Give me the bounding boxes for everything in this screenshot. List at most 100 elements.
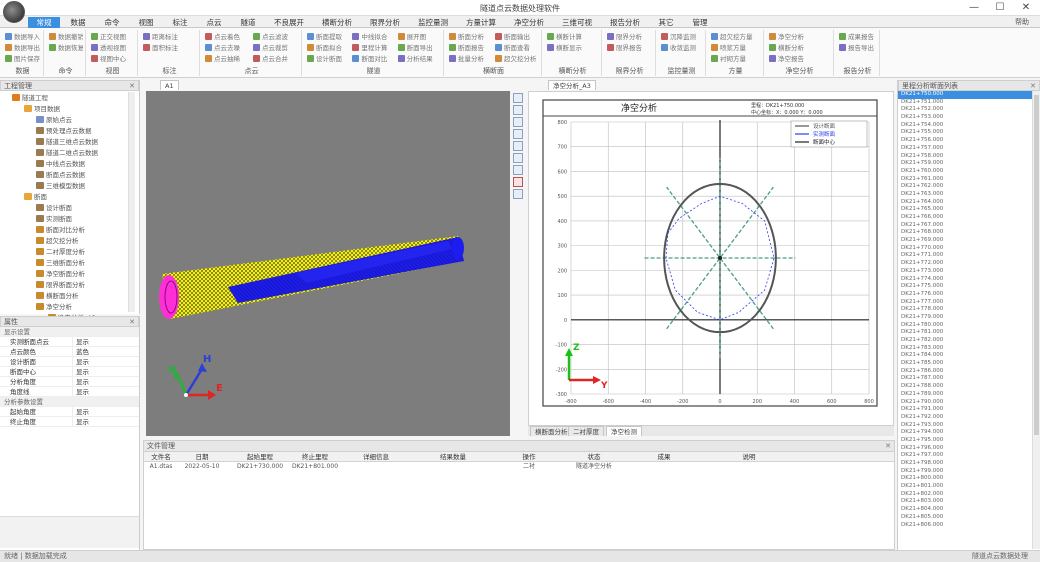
tree-item[interactable]: 预处理点云数据 bbox=[0, 126, 139, 137]
column-header[interactable]: 状态 bbox=[564, 452, 624, 462]
mileage-list-item[interactable]: DK21+780.000 bbox=[898, 322, 1040, 330]
help-menu[interactable]: 帮助 bbox=[1015, 16, 1029, 28]
zoom-out-icon[interactable] bbox=[513, 105, 523, 115]
mileage-list-item[interactable]: DK21+778.000 bbox=[898, 306, 1040, 314]
ribbon-button[interactable]: 数据导入 bbox=[5, 32, 41, 42]
ribbon-button[interactable]: 点云抽稀 bbox=[205, 54, 251, 64]
mileage-list-item[interactable]: DK21+777.000 bbox=[898, 299, 1040, 307]
column-header[interactable]: 结果数量 bbox=[412, 452, 494, 462]
mileage-list-item[interactable]: DK21+782.000 bbox=[898, 337, 1040, 345]
mileage-list-item[interactable]: DK21+758.000 bbox=[898, 153, 1040, 161]
property-row[interactable]: 断面中心 显示 bbox=[0, 367, 139, 377]
clearance-chart[interactable]: 净空分析 里程：DK21+750.000中心坐标：X：0.000 Y：0.000 -… bbox=[529, 92, 893, 425]
ribbon-button[interactable]: 面积标注 bbox=[143, 43, 197, 53]
mileage-list-item[interactable]: DK21+773.000 bbox=[898, 268, 1040, 276]
menu-item[interactable]: 净空分析 bbox=[506, 17, 552, 28]
chart-tab[interactable]: 净空检测 bbox=[606, 426, 642, 436]
mileage-list-item[interactable]: DK21+756.000 bbox=[898, 137, 1040, 145]
mileage-list-item[interactable]: DK21+799.000 bbox=[898, 468, 1040, 476]
mileage-list-item[interactable]: DK21+765.000 bbox=[898, 206, 1040, 214]
column-header[interactable]: 终止里程 bbox=[290, 452, 340, 462]
mileage-list-item[interactable]: DK21+783.000 bbox=[898, 345, 1040, 353]
menu-item[interactable]: 不良展开 bbox=[266, 17, 312, 28]
scrollbar[interactable] bbox=[128, 92, 135, 312]
close-icon[interactable]: ✕ bbox=[129, 317, 135, 327]
column-header[interactable]: 日期 bbox=[174, 452, 230, 462]
ribbon-button[interactable]: 断面拟合 bbox=[307, 43, 350, 53]
ribbon-button[interactable]: 收敛监测 bbox=[661, 43, 703, 53]
column-header[interactable]: 说明 bbox=[704, 452, 794, 462]
column-header[interactable]: 详细信息 bbox=[340, 452, 412, 462]
ribbon-button[interactable]: 点云裁剪 bbox=[253, 43, 299, 53]
document-tab[interactable]: A1 bbox=[160, 80, 179, 90]
ribbon-button[interactable]: 成果报告 bbox=[839, 32, 877, 42]
mileage-list-item[interactable]: DK21+805.000 bbox=[898, 514, 1040, 522]
tree-item[interactable]: 限界断面分析 bbox=[0, 280, 139, 291]
menu-item[interactable]: 限界分析 bbox=[362, 17, 408, 28]
ribbon-button[interactable]: 展开图 bbox=[397, 32, 441, 42]
tree-item[interactable]: 实测断面 bbox=[0, 214, 139, 225]
property-row[interactable]: 设计断面 显示 bbox=[0, 357, 139, 367]
property-row[interactable]: 起始角度 显示 bbox=[0, 407, 139, 417]
measure-icon[interactable] bbox=[513, 165, 523, 175]
tree-item[interactable]: 二衬厚度分析 bbox=[0, 247, 139, 258]
menu-item[interactable]: 方量计算 bbox=[458, 17, 504, 28]
mileage-list-item[interactable]: DK21+787.000 bbox=[898, 375, 1040, 383]
close-icon[interactable]: ✕ bbox=[885, 441, 891, 451]
menu-item[interactable]: 命令 bbox=[96, 17, 128, 28]
point-cloud-3d-view[interactable]: H E N bbox=[146, 91, 510, 436]
menu-item[interactable]: 其它 bbox=[650, 17, 682, 28]
property-row[interactable]: 点云颜色 蓝色 bbox=[0, 347, 139, 357]
ribbon-button[interactable]: 点云合并 bbox=[253, 54, 299, 64]
mileage-list-item[interactable]: DK21+795.000 bbox=[898, 437, 1040, 445]
menu-item[interactable]: 管理 bbox=[684, 17, 716, 28]
ribbon-button[interactable]: 衬砌方量 bbox=[711, 54, 761, 64]
mileage-list-item[interactable]: DK21+771.000 bbox=[898, 252, 1040, 260]
tree-item[interactable]: 净空断面分析 bbox=[0, 269, 139, 280]
mileage-list-item[interactable]: DK21+760.000 bbox=[898, 168, 1040, 176]
ribbon-button[interactable]: 喷浆方量 bbox=[711, 43, 761, 53]
table-row[interactable]: A1.dtas 2022-05-10 DK21+730.000 DK21+801.00… bbox=[144, 462, 894, 472]
property-row[interactable]: 实测断面点云 显示 bbox=[0, 337, 139, 347]
ribbon-button[interactable]: 中线拟合 bbox=[352, 32, 395, 42]
close-icon[interactable]: ✕ bbox=[129, 81, 135, 91]
mileage-list-item[interactable]: DK21+797.000 bbox=[898, 452, 1040, 460]
mileage-list-item[interactable]: DK21+802.000 bbox=[898, 491, 1040, 499]
tree-item[interactable]: 隧道三维点云数据 bbox=[0, 137, 139, 148]
delete-icon[interactable] bbox=[513, 177, 523, 187]
tree-item[interactable]: 断面点云数据 bbox=[0, 170, 139, 181]
mileage-list-item[interactable]: DK21+803.000 bbox=[898, 498, 1040, 506]
tree-item[interactable]: 中线点云数据 bbox=[0, 159, 139, 170]
mileage-list-item[interactable]: DK21+774.000 bbox=[898, 276, 1040, 284]
ribbon-button[interactable]: 横断计算 bbox=[547, 32, 599, 42]
ribbon-button[interactable]: 断面报告 bbox=[449, 43, 493, 53]
menu-item[interactable]: 点云 bbox=[198, 17, 230, 28]
ribbon-button[interactable]: 断面输出 bbox=[495, 32, 539, 42]
ribbon-button[interactable]: 设计断面 bbox=[307, 54, 350, 64]
mileage-list-item[interactable]: DK21+764.000 bbox=[898, 199, 1040, 207]
tree-item[interactable]: 断面对比分析 bbox=[0, 225, 139, 236]
app-logo-icon[interactable] bbox=[3, 1, 25, 23]
mileage-list-item[interactable]: DK21+789.000 bbox=[898, 391, 1040, 399]
mileage-list-item[interactable]: DK21+788.000 bbox=[898, 383, 1040, 391]
mileage-list-item[interactable]: DK21+801.000 bbox=[898, 483, 1040, 491]
maximize-button[interactable]: ☐ bbox=[992, 1, 1008, 15]
mileage-list-item[interactable]: DK21+755.000 bbox=[898, 129, 1040, 137]
ribbon-button[interactable]: 限界分析 bbox=[607, 32, 653, 42]
ribbon-button[interactable]: 距离标注 bbox=[143, 32, 197, 42]
ribbon-button[interactable]: 数据导出 bbox=[5, 43, 41, 53]
tree-item[interactable]: 净空分析 bbox=[0, 302, 139, 313]
property-row[interactable]: 角度线 显示 bbox=[0, 387, 139, 397]
mileage-list-item[interactable]: DK21+763.000 bbox=[898, 191, 1040, 199]
ribbon-button[interactable]: 断面提取 bbox=[307, 32, 350, 42]
menu-item[interactable]: 横断分析 bbox=[314, 17, 360, 28]
ribbon-button[interactable]: 超欠挖分析 bbox=[495, 54, 539, 64]
column-header[interactable]: 起始里程 bbox=[230, 452, 290, 462]
fit-view-icon[interactable] bbox=[513, 141, 523, 151]
document-tab[interactable]: 净空分析_A3 bbox=[548, 80, 596, 90]
tree-item[interactable]: 断面 bbox=[0, 192, 139, 203]
tree-item[interactable]: 原始点云 bbox=[0, 115, 139, 126]
pan-icon[interactable] bbox=[513, 117, 523, 127]
column-header[interactable]: 操作 bbox=[494, 452, 564, 462]
mileage-list-item[interactable]: DK21+796.000 bbox=[898, 445, 1040, 453]
